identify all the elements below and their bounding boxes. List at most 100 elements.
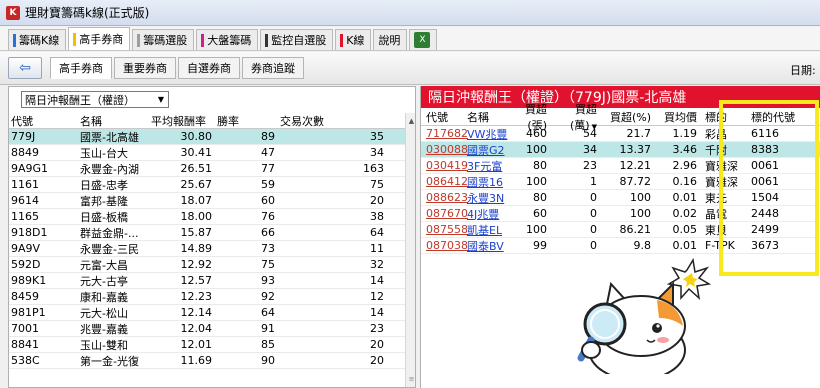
- broker-cell: 12.01: [180, 338, 213, 351]
- menu-tab-2[interactable]: 籌碼選股: [132, 29, 195, 50]
- warrant-row[interactable]: 087038 國泰BV 99 0 9.8 0.01 F-TPK 3673: [421, 238, 820, 254]
- broker-row[interactable]: 989K1 元大-古亭 12.57 93 14: [9, 273, 405, 289]
- warrant-column-header[interactable]: 代號: [421, 109, 464, 125]
- warrant-cell: 9.8: [633, 239, 652, 252]
- broker-cell: 元大-古亭: [80, 274, 128, 288]
- warrant-link[interactable]: 3F元富: [464, 158, 511, 174]
- warrant-cell: 0061: [751, 175, 779, 188]
- sub-tab-1[interactable]: 重要券商: [114, 57, 176, 79]
- warrant-link[interactable]: 088623: [421, 191, 468, 204]
- broker-row[interactable]: 9A9G1 永豐金-內湖 26.51 77 163: [9, 161, 405, 177]
- warrant-link[interactable]: 永豐3N: [464, 190, 511, 206]
- menu-tab-0[interactable]: 籌碼K線: [8, 29, 67, 50]
- warrant-link[interactable]: 087558: [421, 223, 468, 236]
- warrant-link[interactable]: 國泰BV: [464, 238, 511, 254]
- broker-cell: 永豐金-三民: [80, 242, 139, 256]
- broker-row[interactable]: 8849 玉山-台大 30.41 47 34: [9, 145, 405, 161]
- tab-color-marker: [137, 33, 141, 47]
- warrant-link[interactable]: 087038: [421, 239, 468, 252]
- broker-cell: 779J: [11, 130, 36, 143]
- broker-row[interactable]: 981P1 元大-松山 12.14 64 14: [9, 305, 405, 321]
- broker-row[interactable]: 7001 兆豐-嘉義 12.04 91 23: [9, 321, 405, 337]
- warrant-cell: 1.19: [672, 127, 698, 140]
- broker-row[interactable]: 1161 日盛-忠孝 25.67 59 75: [9, 177, 405, 193]
- warrant-cell: 0: [590, 207, 597, 220]
- broker-cell: 富邦-基隆: [80, 194, 128, 208]
- main-tab-bar: 籌碼K線 高手券商 籌碼選股 大盤籌碼 監控自選股 K線 說明 X: [0, 27, 820, 51]
- broker-column-header[interactable]: 名稱: [77, 113, 149, 128]
- menu-tab-4[interactable]: 監控自選股: [260, 29, 334, 50]
- broker-cell: 75: [261, 258, 275, 271]
- warrant-row[interactable]: 717682 VW兆豐 460 54 21.7 1.19 彩晶 6116: [421, 126, 820, 142]
- warrant-link[interactable]: 030088: [421, 143, 468, 156]
- warrant-column-header[interactable]: 買超(%): [600, 109, 654, 125]
- broker-column-header[interactable]: 代號: [9, 113, 77, 128]
- sub-tab-3[interactable]: 券商追蹤: [242, 57, 304, 79]
- tab-color-marker: [340, 33, 344, 47]
- broker-row[interactable]: 592D 元富-大昌 12.92 75 32: [9, 257, 405, 273]
- warrant-link[interactable]: 086412: [421, 175, 468, 188]
- warrant-row[interactable]: 030088 國票G2 100 34 13.37 3.46 千附 8383: [421, 142, 820, 158]
- warrant-cell: 100: [526, 143, 547, 156]
- broker-row[interactable]: 9614 富邦-基隆 18.07 60 20: [9, 193, 405, 209]
- warrant-link[interactable]: 717682: [421, 127, 468, 140]
- warrant-link[interactable]: 國票16: [464, 174, 511, 190]
- warrant-row[interactable]: 087670 4J兆豐 60 0 100 0.02 晶電 2448: [421, 206, 820, 222]
- scroll-up-icon[interactable]: ▲: [406, 117, 415, 125]
- warrant-cell: 6116: [751, 127, 779, 140]
- warrant-row[interactable]: 030419 3F元富 80 23 12.21 2.96 寶雅深 0061: [421, 158, 820, 174]
- broker-column-header[interactable]: 交易次數: [278, 113, 389, 128]
- broker-cell: 11: [370, 242, 384, 255]
- broker-cell: 12.04: [180, 322, 213, 335]
- broker-cell: 群益金鼎-...: [80, 226, 139, 240]
- menu-tab-6[interactable]: 說明: [373, 29, 408, 50]
- broker-column-header[interactable]: 平均報酬率: [149, 113, 215, 128]
- sub-tab-0[interactable]: 高手券商: [50, 57, 112, 79]
- broker-cell: 18.00: [180, 210, 213, 223]
- warrant-link[interactable]: 4J兆豐: [464, 206, 511, 222]
- broker-cell: 163: [363, 162, 384, 175]
- broker-cell: 20: [370, 338, 384, 351]
- broker-row[interactable]: 9A9V 永豐金-三民 14.89 73 11: [9, 241, 405, 257]
- vertical-scrollbar[interactable]: ▲ ≡: [405, 113, 415, 387]
- broker-cell: 77: [261, 162, 275, 175]
- warrant-link[interactable]: 087670: [421, 207, 468, 220]
- broker-row[interactable]: 918D1 群益金鼎-... 15.87 66 64: [9, 225, 405, 241]
- broker-row[interactable]: 779J 國票-北高雄 30.80 89 35: [9, 129, 405, 145]
- broker-row[interactable]: 538C 第一金-光復 11.69 90 20: [9, 353, 405, 369]
- sub-tab-2[interactable]: 自選券商: [178, 57, 240, 79]
- warrant-cell: 0.02: [672, 207, 698, 220]
- broker-row[interactable]: 8841 玉山-雙和 12.01 85 20: [9, 337, 405, 353]
- warrant-cell: 寶雅深: [705, 159, 738, 173]
- warrant-column-header[interactable]: 標的: [700, 109, 745, 125]
- warrant-row[interactable]: 088623 永豐3N 80 0 100 0.01 東元 1504: [421, 190, 820, 206]
- warrant-cell: 100: [630, 207, 651, 220]
- warrant-row[interactable]: 087558 凱基EL 100 0 86.21 0.05 東貝 2499: [421, 222, 820, 238]
- export-excel-button[interactable]: X: [409, 29, 438, 50]
- menu-tab-label: 籌碼選股: [143, 34, 188, 47]
- header-label: 買超(%): [609, 111, 651, 124]
- warrant-link[interactable]: VW兆豐: [464, 126, 511, 142]
- header-label: 標的: [705, 111, 727, 124]
- menu-tab-5[interactable]: K線: [335, 29, 372, 50]
- ranking-type-dropdown[interactable]: 隔日沖報酬王（權證） ▼: [21, 91, 169, 108]
- broker-column-header[interactable]: 勝率: [215, 113, 278, 128]
- broker-cell: 34: [370, 146, 384, 159]
- menu-tab-3[interactable]: 大盤籌碼: [196, 29, 259, 50]
- warrant-column-header[interactable]: 買均價: [654, 109, 700, 125]
- dropdown-arrow-icon[interactable]: ▼: [154, 92, 168, 107]
- warrant-column-header[interactable]: 標的代號: [745, 109, 815, 125]
- menu-tab-1[interactable]: 高手券商: [68, 27, 131, 50]
- broker-row[interactable]: 1165 日盛-板橋 18.00 76 38: [9, 209, 405, 225]
- broker-row[interactable]: 8459 康和-嘉義 12.23 92 12: [9, 289, 405, 305]
- broker-cell: 38: [370, 210, 384, 223]
- warrant-column-header[interactable]: 名稱: [464, 109, 511, 125]
- menu-tab-label: 高手券商: [79, 33, 124, 46]
- warrant-link[interactable]: 國票G2: [464, 142, 511, 158]
- warrant-row[interactable]: 086412 國票16 100 1 87.72 0.16 寶雅深 0061: [421, 174, 820, 190]
- warrant-cell: 彩晶: [705, 127, 727, 141]
- warrant-link[interactable]: 凱基EL: [464, 222, 511, 238]
- scroll-grip-icon[interactable]: ≡: [406, 375, 415, 383]
- back-button[interactable]: ⇦: [8, 57, 42, 79]
- warrant-link[interactable]: 030419: [421, 159, 468, 172]
